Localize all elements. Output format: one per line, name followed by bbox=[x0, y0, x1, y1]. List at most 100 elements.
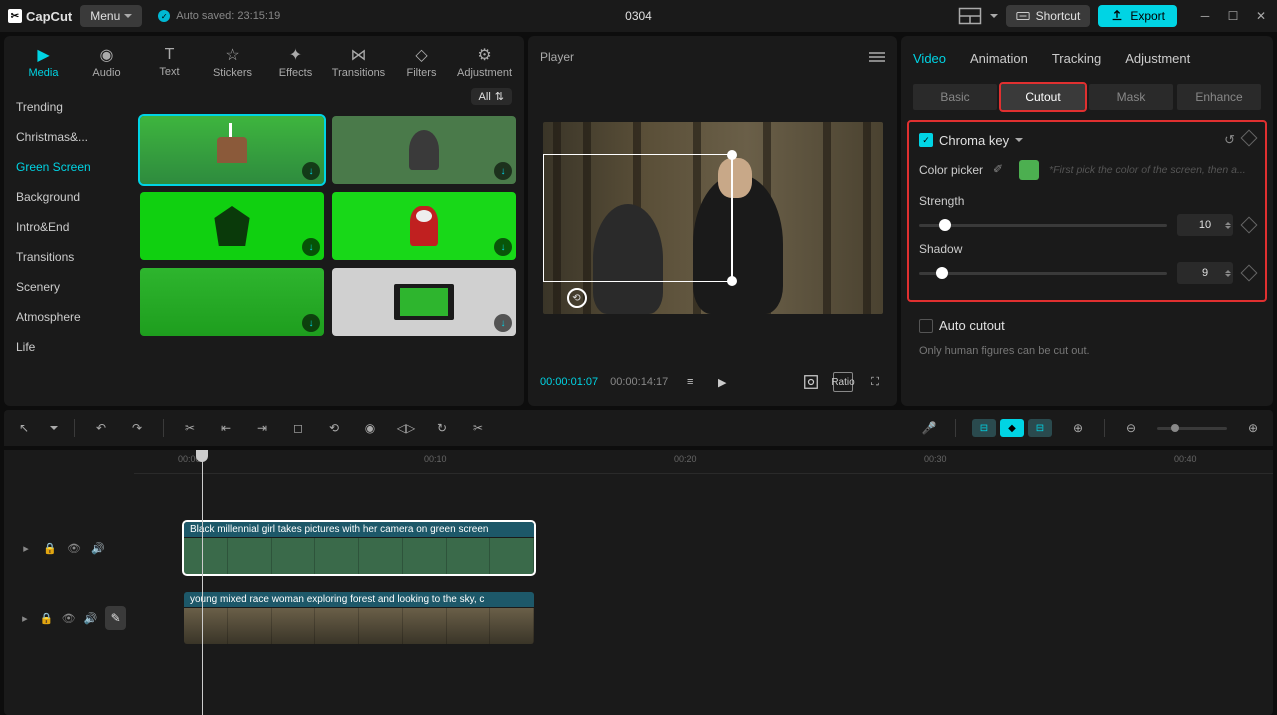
category-life[interactable]: Life bbox=[4, 332, 132, 362]
player-viewport[interactable]: ⟲ bbox=[540, 70, 885, 366]
track-mute-icon[interactable]: 🔊 bbox=[84, 610, 98, 626]
list-icon[interactable]: ≡ bbox=[680, 372, 700, 392]
redo-button[interactable]: ↷ bbox=[127, 418, 147, 438]
layout-icon[interactable] bbox=[958, 4, 982, 28]
stepper-down-icon[interactable] bbox=[1225, 274, 1231, 277]
snap-toggle-2[interactable]: ◆ bbox=[1000, 419, 1024, 437]
download-icon[interactable]: ↓ bbox=[494, 238, 512, 256]
crop2-button[interactable]: ✂ bbox=[468, 418, 488, 438]
track-mute-icon[interactable]: 🔊 bbox=[90, 540, 106, 556]
minimize-button[interactable]: ─ bbox=[1197, 8, 1213, 24]
download-icon[interactable]: ↓ bbox=[302, 238, 320, 256]
thumbnail-tv[interactable]: ↓ bbox=[332, 268, 516, 336]
thumbnail-santa[interactable]: ↓ bbox=[332, 192, 516, 260]
track-edit-button[interactable]: ✎ bbox=[105, 606, 126, 630]
slider-thumb[interactable] bbox=[939, 219, 951, 231]
tab-transitions[interactable]: ⋈Transitions bbox=[327, 40, 390, 84]
track-collapse-icon[interactable]: ▸ bbox=[18, 540, 34, 556]
shortcut-button[interactable]: Shortcut bbox=[1006, 5, 1091, 27]
category-scenery[interactable]: Scenery bbox=[4, 272, 132, 302]
clip-1[interactable]: Black millennial girl takes pictures wit… bbox=[184, 522, 534, 574]
crop-overlay[interactable] bbox=[543, 154, 733, 282]
fullscreen-icon[interactable]: ⛶ bbox=[865, 372, 885, 392]
snap-toggle-1[interactable]: ⊟ bbox=[972, 419, 996, 437]
crop-button[interactable]: ◻ bbox=[288, 418, 308, 438]
maximize-button[interactable]: ☐ bbox=[1225, 8, 1241, 24]
chevron-down-icon[interactable] bbox=[990, 14, 998, 18]
keyframe-icon[interactable] bbox=[1241, 130, 1258, 147]
timeline-ruler[interactable]: 00:00 00:10 00:20 00:30 00:40 bbox=[134, 450, 1273, 474]
menu-button[interactable]: Menu bbox=[80, 5, 142, 27]
snap-toggle-3[interactable]: ⊟ bbox=[1028, 419, 1052, 437]
subtab-cutout[interactable]: Cutout bbox=[1001, 84, 1085, 110]
category-atmosphere[interactable]: Atmosphere bbox=[4, 302, 132, 332]
right-tab-animation[interactable]: Animation bbox=[970, 51, 1028, 66]
category-transitions[interactable]: Transitions bbox=[4, 242, 132, 272]
keyframe-icon[interactable] bbox=[1241, 265, 1258, 282]
tab-filters[interactable]: ◇Filters bbox=[390, 40, 453, 84]
download-icon[interactable]: ↓ bbox=[494, 314, 512, 332]
playhead-handle[interactable] bbox=[196, 450, 208, 462]
mic-icon[interactable]: 🎤 bbox=[919, 418, 939, 438]
track-lock-icon[interactable]: 🔒 bbox=[40, 610, 54, 626]
download-icon[interactable]: ↓ bbox=[494, 162, 512, 180]
thumbnail-cake[interactable]: ↓ bbox=[140, 116, 324, 184]
download-icon[interactable]: ↓ bbox=[302, 314, 320, 332]
tab-media[interactable]: ▶Media bbox=[12, 40, 75, 84]
eyedropper-icon[interactable]: ✐ bbox=[993, 162, 1009, 178]
shadow-slider[interactable] bbox=[919, 272, 1167, 275]
tab-text[interactable]: TText bbox=[138, 40, 201, 84]
right-tab-adjustment[interactable]: Adjustment bbox=[1125, 51, 1190, 66]
right-tab-tracking[interactable]: Tracking bbox=[1052, 51, 1101, 66]
zoom-out-button[interactable]: ⊖ bbox=[1121, 418, 1141, 438]
chevron-down-icon[interactable] bbox=[50, 426, 58, 430]
tab-audio[interactable]: ◉Audio bbox=[75, 40, 138, 84]
ratio-button[interactable]: Ratio bbox=[833, 372, 853, 392]
zoom-slider[interactable] bbox=[1157, 427, 1227, 430]
player-menu-icon[interactable] bbox=[869, 52, 885, 62]
align-button[interactable]: ⊕ bbox=[1068, 418, 1088, 438]
delete-left-button[interactable]: ⇤ bbox=[216, 418, 236, 438]
mirror-button[interactable]: ◁▷ bbox=[396, 418, 416, 438]
clip-2[interactable]: young mixed race woman exploring forest … bbox=[184, 592, 534, 644]
color-swatch[interactable] bbox=[1019, 160, 1039, 180]
category-christmas[interactable]: Christmas&... bbox=[4, 122, 132, 152]
subtab-mask[interactable]: Mask bbox=[1089, 84, 1173, 110]
stepper-down-icon[interactable] bbox=[1225, 226, 1231, 229]
split-button[interactable]: ✂ bbox=[180, 418, 200, 438]
playhead[interactable] bbox=[202, 450, 203, 715]
stepper-up-icon[interactable] bbox=[1225, 270, 1231, 273]
undo-button[interactable]: ↶ bbox=[91, 418, 111, 438]
category-trending[interactable]: Trending bbox=[4, 92, 132, 122]
pointer-tool[interactable]: ↖ bbox=[14, 418, 34, 438]
scan-icon[interactable] bbox=[801, 372, 821, 392]
category-greenscreen[interactable]: Green Screen bbox=[4, 152, 132, 182]
delete-right-button[interactable]: ⇥ bbox=[252, 418, 272, 438]
strength-slider[interactable] bbox=[919, 224, 1167, 227]
close-button[interactable]: ✕ bbox=[1253, 8, 1269, 24]
reverse-button[interactable]: ⟲ bbox=[324, 418, 344, 438]
rotate-icon[interactable]: ⟲ bbox=[567, 288, 587, 308]
chevron-down-icon[interactable] bbox=[1015, 138, 1023, 142]
chroma-checkbox[interactable]: ✓ bbox=[919, 133, 933, 147]
stepper-up-icon[interactable] bbox=[1225, 222, 1231, 225]
reset-icon[interactable]: ↺ bbox=[1224, 132, 1235, 148]
subtab-enhance[interactable]: Enhance bbox=[1177, 84, 1261, 110]
track-lock-icon[interactable]: 🔒 bbox=[42, 540, 58, 556]
rotate-button[interactable]: ↻ bbox=[432, 418, 452, 438]
play-button[interactable]: ▶ bbox=[712, 372, 732, 392]
slider-thumb[interactable] bbox=[936, 267, 948, 279]
slider-thumb[interactable] bbox=[1171, 424, 1179, 432]
thumbnail-photographer[interactable]: ↓ bbox=[332, 116, 516, 184]
track-collapse-icon[interactable]: ▸ bbox=[18, 610, 32, 626]
track-visible-icon[interactable]: 👁 bbox=[62, 610, 76, 626]
tab-stickers[interactable]: ☆Stickers bbox=[201, 40, 264, 84]
tab-adjustment[interactable]: ⚙Adjustment bbox=[453, 40, 516, 84]
keyframe-icon[interactable] bbox=[1241, 217, 1258, 234]
export-button[interactable]: Export bbox=[1098, 5, 1177, 27]
category-introend[interactable]: Intro&End bbox=[4, 212, 132, 242]
freeze-button[interactable]: ◉ bbox=[360, 418, 380, 438]
download-icon[interactable]: ↓ bbox=[302, 162, 320, 180]
strength-value[interactable]: 10 bbox=[1177, 214, 1233, 236]
autocut-checkbox[interactable] bbox=[919, 319, 933, 333]
